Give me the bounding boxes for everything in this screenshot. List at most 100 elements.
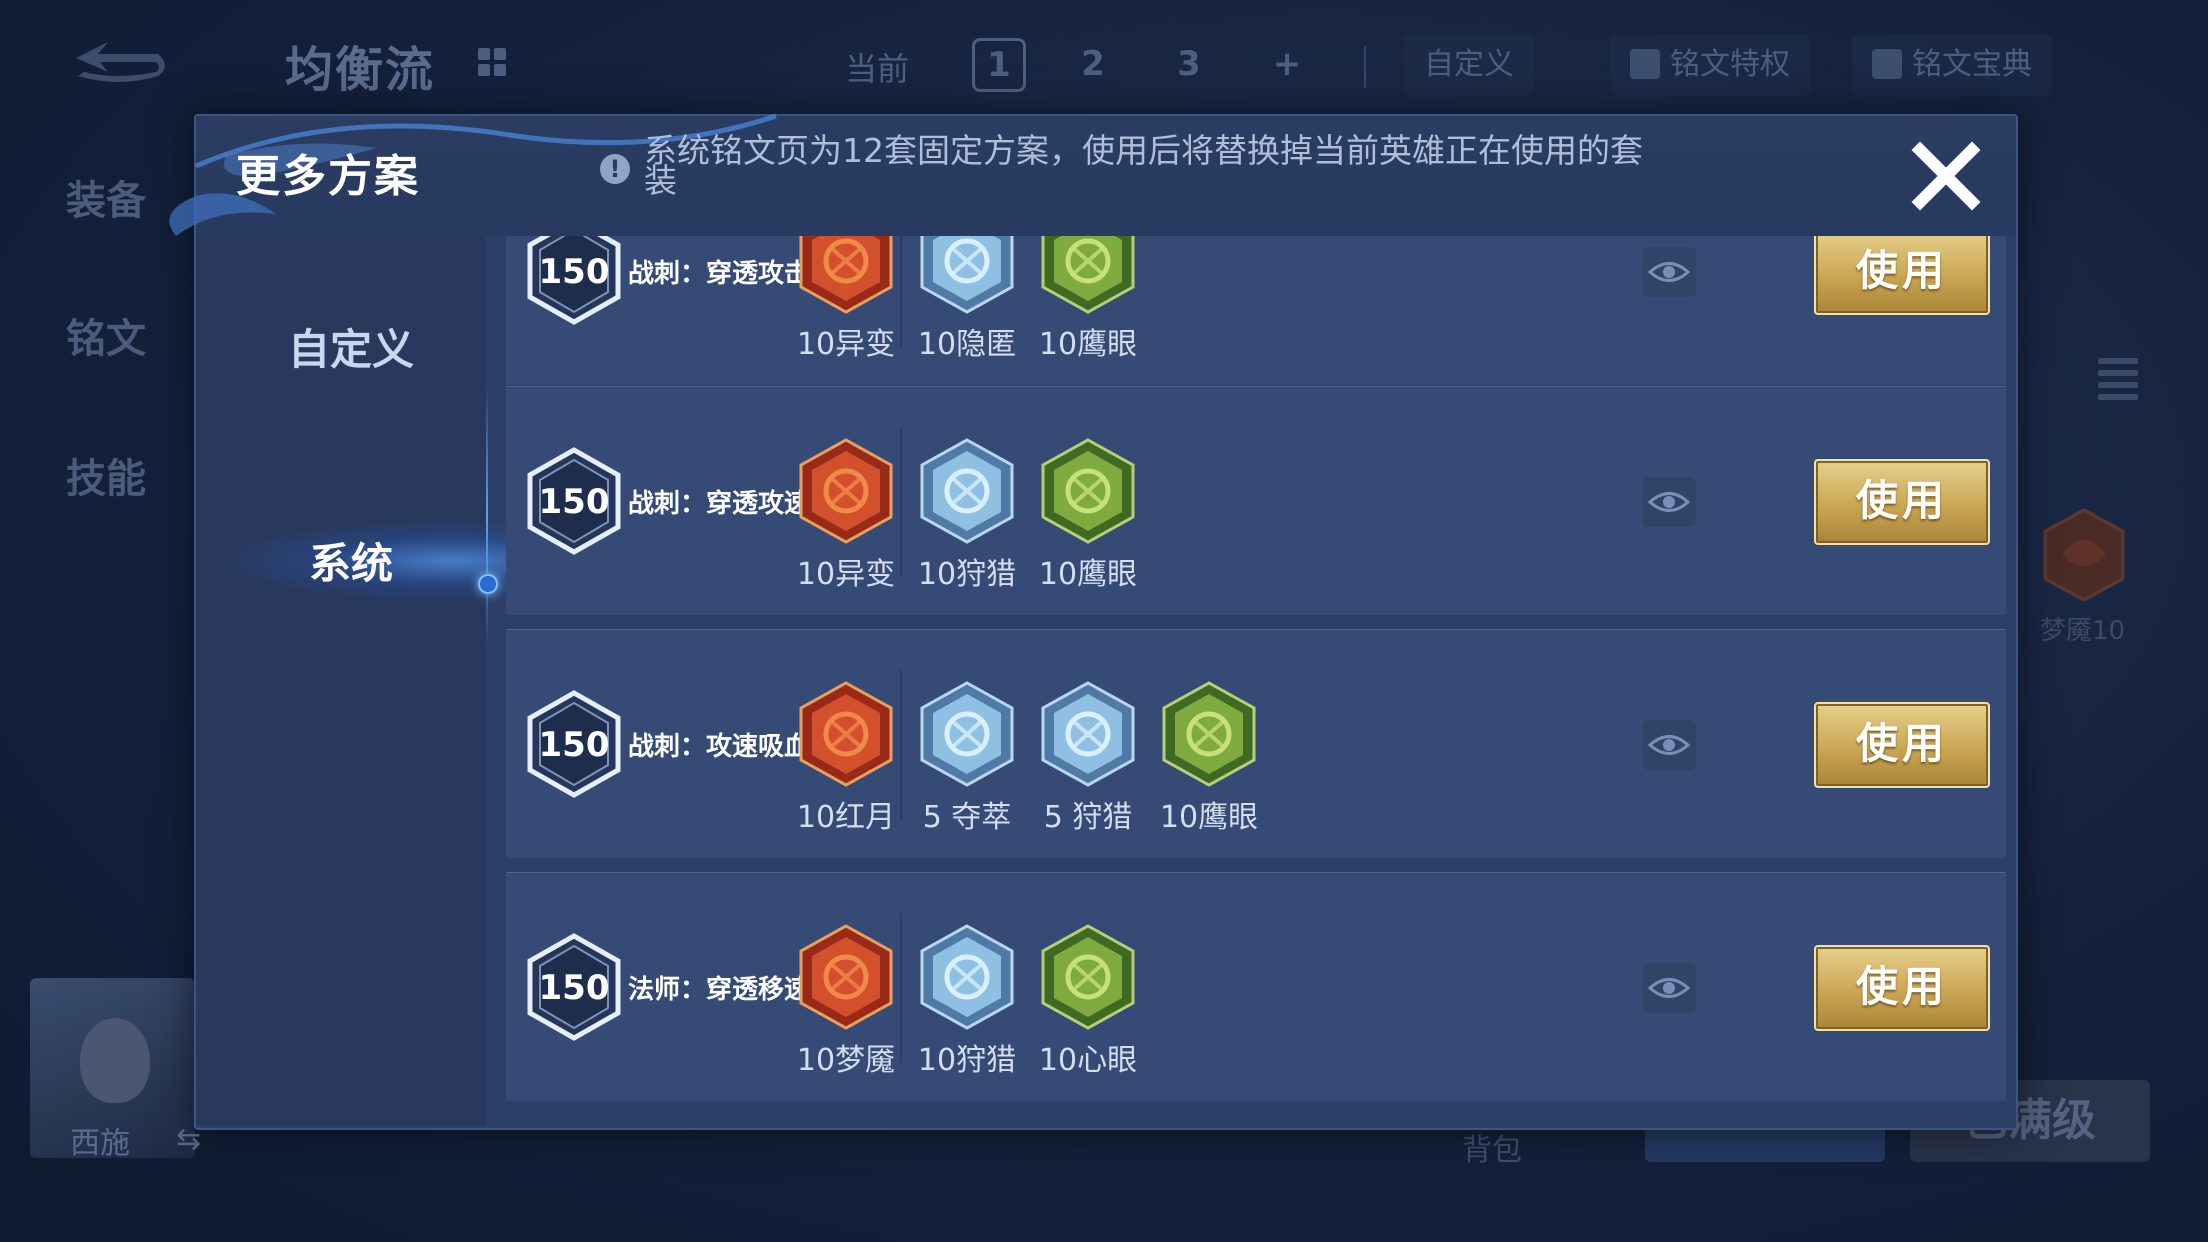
- current-page-label: 当前: [845, 50, 910, 88]
- custom-button[interactable]: 自定义: [1404, 34, 1534, 96]
- rune-count-label: 10异变: [796, 557, 896, 592]
- rune-count-label: 10红月: [796, 800, 896, 835]
- rune-count-label: 10狩猎: [917, 557, 1017, 592]
- rune-slot: 10隐匿: [917, 236, 1017, 363]
- scheme-type-sidebar: 自定义 系统: [196, 236, 526, 1126]
- add-page-button[interactable]: +: [1262, 38, 1312, 90]
- eye-icon: [1647, 492, 1691, 512]
- rune-count-label: 5 夺萃: [922, 800, 1012, 835]
- active-indicator-dot: [478, 574, 498, 594]
- rune-level-value: 150: [539, 968, 610, 1008]
- tab-custom[interactable]: 自定义: [196, 316, 506, 377]
- rune-codex-label: 铭文宝典: [1912, 47, 2032, 82]
- hero-name: 西施: [70, 1126, 130, 1161]
- rune-count-label: 10异变: [796, 327, 896, 362]
- rune-level-badge: 150: [527, 447, 621, 555]
- divider: [1364, 46, 1366, 88]
- privilege-icon: [1630, 49, 1660, 79]
- more-schemes-dialog: 更多方案 ! 系统铭文页为12套固定方案，使用后将替换掉当前英雄正在使用的套装 …: [169, 113, 2018, 1130]
- row-divider: [900, 427, 902, 577]
- nav-runes[interactable]: 铭文: [66, 306, 146, 364]
- rune-page-title: 均衡流: [285, 42, 436, 98]
- plunder-rune-icon: [920, 681, 1014, 787]
- scheme-row: 150 战刺：穿透攻击 10异变 10隐匿 10鹰眼 使用: [506, 236, 2006, 385]
- nav-skills[interactable]: 技能: [66, 446, 146, 504]
- mutation-rune-icon: [799, 236, 893, 314]
- rune-level-value: 150: [539, 482, 610, 522]
- rune-slot: 10异变: [796, 236, 896, 363]
- rune-slot: 5 夺萃: [917, 680, 1017, 836]
- mind-eye-rune-icon: [1041, 924, 1135, 1030]
- rune-slot: 10红月: [796, 680, 896, 836]
- scheme-name: 战刺：穿透攻击: [628, 259, 811, 289]
- rune-count-label: 10鹰眼: [1038, 327, 1138, 362]
- hunt-rune-icon: [920, 924, 1014, 1030]
- rune-count-label: 10梦魇: [796, 1043, 896, 1078]
- sidebar-divider: [486, 386, 488, 646]
- row-divider: [900, 236, 902, 347]
- rune-slot: 5 狩猎: [1038, 680, 1138, 836]
- tab-system[interactable]: 系统: [196, 530, 506, 591]
- nightmare-rune-icon: [2043, 508, 2125, 602]
- close-icon[interactable]: [1906, 136, 1986, 216]
- scheme-row: 150 战刺：穿透攻速 10异变 10狩猎 10鹰眼 使用: [506, 386, 2006, 615]
- rune-slot: 10狩猎: [917, 437, 1017, 593]
- nightmare-rune-icon: [799, 924, 893, 1030]
- right-rune-label: 梦魇10: [2040, 616, 2126, 646]
- scheme-name: 战刺：穿透攻速: [628, 489, 811, 519]
- info-icon: !: [600, 154, 630, 184]
- preview-button[interactable]: [1642, 720, 1696, 770]
- rune-count-label: 10狩猎: [917, 1043, 1017, 1078]
- grid-icon[interactable]: [478, 48, 508, 78]
- menu-icon[interactable]: [2098, 358, 2138, 406]
- rune-level-badge: 150: [527, 236, 621, 325]
- hawkeye-rune-icon: [1041, 438, 1135, 544]
- scheme-list[interactable]: 150 战刺：穿透攻击 10异变 10隐匿 10鹰眼 使用 150 战刺：穿透攻速 10异变 10…: [506, 236, 2006, 1124]
- rune-level-value: 150: [539, 252, 610, 292]
- page-tab-3[interactable]: 3: [1164, 38, 1214, 90]
- nav-equipment[interactable]: 装备: [66, 168, 146, 226]
- scheme-name: 战刺：攻速吸血: [628, 732, 811, 762]
- eye-icon: [1647, 978, 1691, 998]
- scheme-row: 150 法师：穿透移速 10梦魇 10狩猎 10心眼 使用: [506, 872, 2006, 1101]
- red-moon-rune-icon: [799, 681, 893, 787]
- row-divider: [900, 913, 902, 1063]
- rune-codex-button[interactable]: 铭文宝典: [1852, 34, 2052, 96]
- preview-button[interactable]: [1642, 247, 1696, 297]
- rune-count-label: 10鹰眼: [1038, 557, 1138, 592]
- rune-count-label: 10隐匿: [917, 327, 1017, 362]
- custom-button-label: 自定义: [1424, 47, 1514, 82]
- hawkeye-rune-icon: [1162, 681, 1256, 787]
- hunt-rune-icon: [1041, 681, 1135, 787]
- use-button[interactable]: 使用: [1814, 945, 1990, 1031]
- use-button[interactable]: 使用: [1814, 236, 1990, 315]
- use-button[interactable]: 使用: [1814, 459, 1990, 545]
- rune-slot: 10狩猎: [917, 923, 1017, 1079]
- bag-label[interactable]: 背包: [1462, 1125, 1522, 1169]
- eye-icon: [1647, 735, 1691, 755]
- rune-slot: 10鹰眼: [1159, 680, 1259, 836]
- mutation-rune-icon: [799, 438, 893, 544]
- rune-privilege-button[interactable]: 铭文特权: [1610, 34, 1810, 96]
- rune-privilege-label: 铭文特权: [1670, 47, 1790, 82]
- use-button[interactable]: 使用: [1814, 702, 1990, 788]
- rune-count-label: 10心眼: [1038, 1043, 1138, 1078]
- page-tab-2[interactable]: 2: [1068, 38, 1118, 90]
- rune-slot: 10鹰眼: [1038, 236, 1138, 363]
- top-bar: 均衡流 当前 1 2 3 + 自定义 铭文特权 铭文宝典: [0, 0, 2208, 130]
- row-divider: [900, 670, 902, 820]
- stealth-rune-icon: [920, 236, 1014, 314]
- preview-button[interactable]: [1642, 963, 1696, 1013]
- page-tab-1[interactable]: 1: [972, 38, 1026, 92]
- rune-count-label: 10鹰眼: [1159, 800, 1259, 835]
- hunt-rune-icon: [920, 438, 1014, 544]
- rune-slot: 10梦魇: [796, 923, 896, 1079]
- back-arrow-icon[interactable]: [58, 36, 178, 96]
- dialog-header: 更多方案 ! 系统铭文页为12套固定方案，使用后将替换掉当前英雄正在使用的套装: [169, 113, 2016, 236]
- dialog-title: 更多方案: [236, 151, 420, 202]
- scheme-row: 150 战刺：攻速吸血 10红月 5 夺萃 5 狩猎 10鹰眼 使用: [506, 629, 2006, 858]
- rune-slot: 10鹰眼: [1038, 437, 1138, 593]
- rune-level-value: 150: [539, 725, 610, 765]
- preview-button[interactable]: [1642, 477, 1696, 527]
- hawkeye-rune-icon: [1041, 236, 1135, 314]
